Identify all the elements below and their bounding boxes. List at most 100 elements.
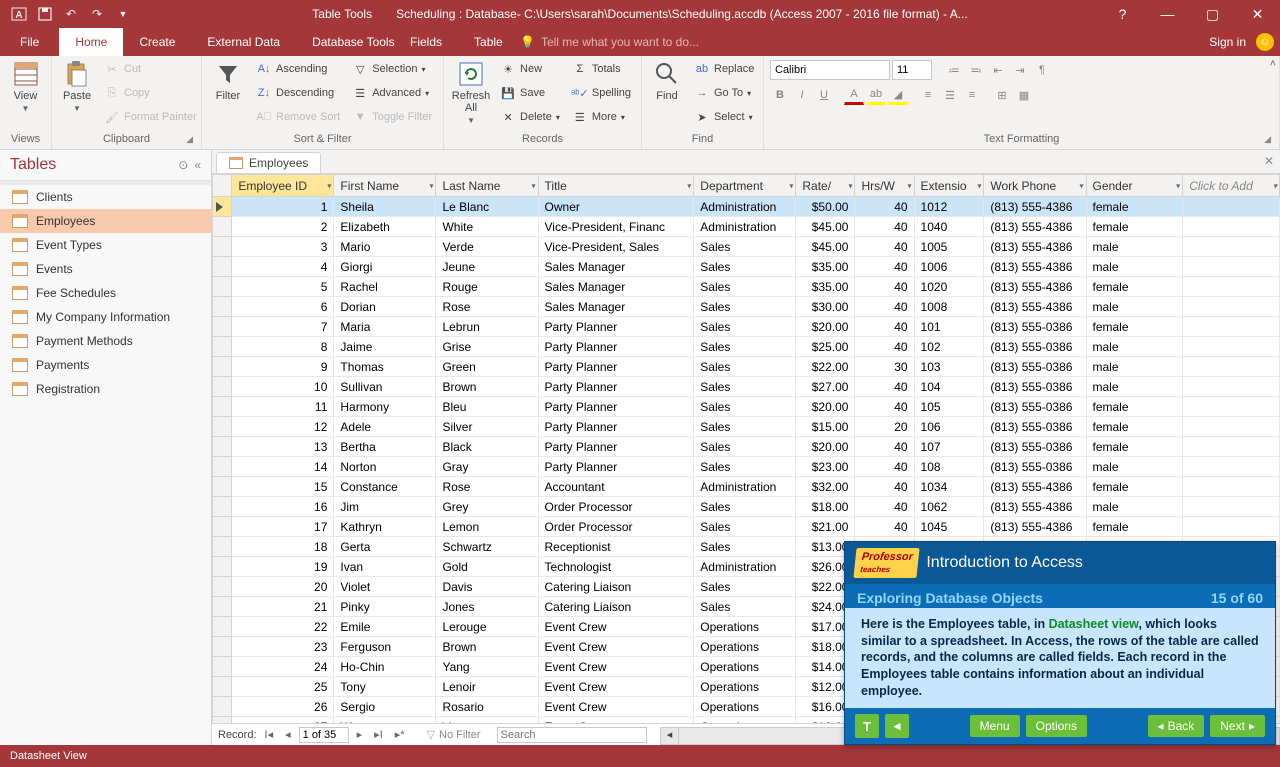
cell[interactable]: female [1086,477,1183,497]
cell[interactable]: 40 [855,337,914,357]
column-header[interactable]: Rate/▾ [796,175,855,197]
table-row[interactable]: 15ConstanceRoseAccountantAdministration$… [213,477,1280,497]
cell[interactable]: 23 [232,637,334,657]
cell[interactable]: 4 [232,257,334,277]
cell[interactable]: (813) 555-4386 [984,277,1086,297]
column-header[interactable]: Last Name▾ [436,175,538,197]
cell[interactable]: Event Crew [538,617,694,637]
cell[interactable]: Sales [694,497,796,517]
font-size-select[interactable] [892,60,932,80]
column-header[interactable]: First Name▾ [334,175,436,197]
cell[interactable]: Operations [694,677,796,697]
descending-button[interactable]: Z↓Descending [252,82,344,104]
cell[interactable]: female [1086,397,1183,417]
table-row[interactable]: 9ThomasGreenParty PlannerSales$22.003010… [213,357,1280,377]
undo-icon[interactable]: ↶ [60,3,82,25]
cell[interactable]: Sales [694,397,796,417]
row-selector[interactable] [213,217,232,237]
cell[interactable]: Rouge [436,277,538,297]
cell[interactable]: Verde [436,237,538,257]
cell[interactable]: Sales [694,337,796,357]
cell[interactable]: Kathryn [334,517,436,537]
cell[interactable]: Jeune [436,257,538,277]
replace-button[interactable]: abReplace [690,58,758,80]
cell[interactable]: (813) 555-4386 [984,497,1086,517]
bullets-icon[interactable]: ≔ [944,60,964,80]
cell[interactable]: Thomas [334,357,436,377]
cell[interactable]: Giorgi [334,257,436,277]
table-row[interactable]: 1SheilaLe BlancOwnerAdministration$50.00… [213,197,1280,217]
goto-button[interactable]: →Go To ▾ [690,82,758,104]
cell[interactable]: $45.00 [796,217,855,237]
first-record-icon[interactable]: I◂ [261,728,278,741]
cell[interactable]: Tony [334,677,436,697]
column-header[interactable]: Gender▾ [1086,175,1183,197]
save-icon[interactable] [34,3,56,25]
cell[interactable] [1183,437,1280,457]
cell[interactable]: 102 [914,337,984,357]
cell[interactable] [1183,217,1280,237]
cell[interactable]: (813) 555-4386 [984,257,1086,277]
alt-row-color-icon[interactable]: ▦ [1014,85,1034,105]
column-header[interactable]: Extensio▾ [914,175,984,197]
font-name-select[interactable] [770,60,890,80]
cell[interactable] [1183,297,1280,317]
cell[interactable]: 16 [232,497,334,517]
cell[interactable]: 6 [232,297,334,317]
cell[interactable]: Dorian [334,297,436,317]
cell[interactable]: (813) 555-0386 [984,377,1086,397]
cell[interactable]: 20 [855,417,914,437]
cell[interactable]: 15 [232,477,334,497]
row-selector[interactable] [213,197,232,217]
cell[interactable]: (813) 555-0386 [984,317,1086,337]
nav-title[interactable]: Tables [10,156,56,174]
column-dropdown-icon[interactable]: ▾ [848,181,852,190]
cell[interactable]: Lemon [436,517,538,537]
remove-sort-button[interactable]: A⃠Remove Sort [252,106,344,128]
cell[interactable]: Vice-President, Sales [538,237,694,257]
cell[interactable]: Sales [694,537,796,557]
cell[interactable]: Jaime [334,337,436,357]
cell[interactable]: $45.00 [796,237,855,257]
cell[interactable] [1183,337,1280,357]
cell[interactable]: Black [436,437,538,457]
cell[interactable]: female [1086,317,1183,337]
italic-icon[interactable]: I [792,85,812,105]
cell[interactable]: Bleu [436,397,538,417]
prev-record-icon[interactable]: ◂ [281,728,295,741]
qat-customize-icon[interactable]: ▼ [112,3,134,25]
cell[interactable]: 106 [914,417,984,437]
row-selector[interactable] [213,377,232,397]
cell[interactable]: 1005 [914,237,984,257]
align-left-icon[interactable]: ≡ [918,85,938,105]
cell[interactable]: $20.00 [796,437,855,457]
text-direction-icon[interactable]: ¶ [1032,60,1052,80]
object-tab-employees[interactable]: Employees [216,152,321,173]
cell[interactable]: Accountant [538,477,694,497]
cell[interactable]: 40 [855,397,914,417]
cell[interactable]: Ho-Chin [334,657,436,677]
column-dropdown-icon[interactable]: ▾ [1176,181,1180,190]
numbering-icon[interactable]: ≕ [966,60,986,80]
column-header[interactable]: Click to Add▾ [1183,175,1280,197]
cell[interactable]: Harmony [334,397,436,417]
cell[interactable]: Sales [694,577,796,597]
cell[interactable]: male [1086,357,1183,377]
cell[interactable]: Norton [334,457,436,477]
cell[interactable]: female [1086,217,1183,237]
next-record-icon[interactable]: ▸ [353,728,367,741]
cell[interactable]: (813) 555-4386 [984,197,1086,217]
column-dropdown-icon[interactable]: ▾ [1079,181,1083,190]
cell[interactable]: $20.00 [796,397,855,417]
table-row[interactable]: 17KathrynLemonOrder ProcessorSales$21.00… [213,517,1280,537]
cell[interactable] [1183,197,1280,217]
cell[interactable]: 13 [232,437,334,457]
underline-icon[interactable]: U [814,85,834,105]
column-dropdown-icon[interactable]: ▾ [977,181,981,190]
row-selector[interactable] [213,297,232,317]
cell[interactable]: 17 [232,517,334,537]
table-row[interactable]: 4GiorgiJeuneSales ManagerSales$35.004010… [213,257,1280,277]
column-dropdown-icon[interactable]: ▾ [429,181,433,190]
cell[interactable]: Bertha [334,437,436,457]
cell[interactable]: Event Crew [538,677,694,697]
